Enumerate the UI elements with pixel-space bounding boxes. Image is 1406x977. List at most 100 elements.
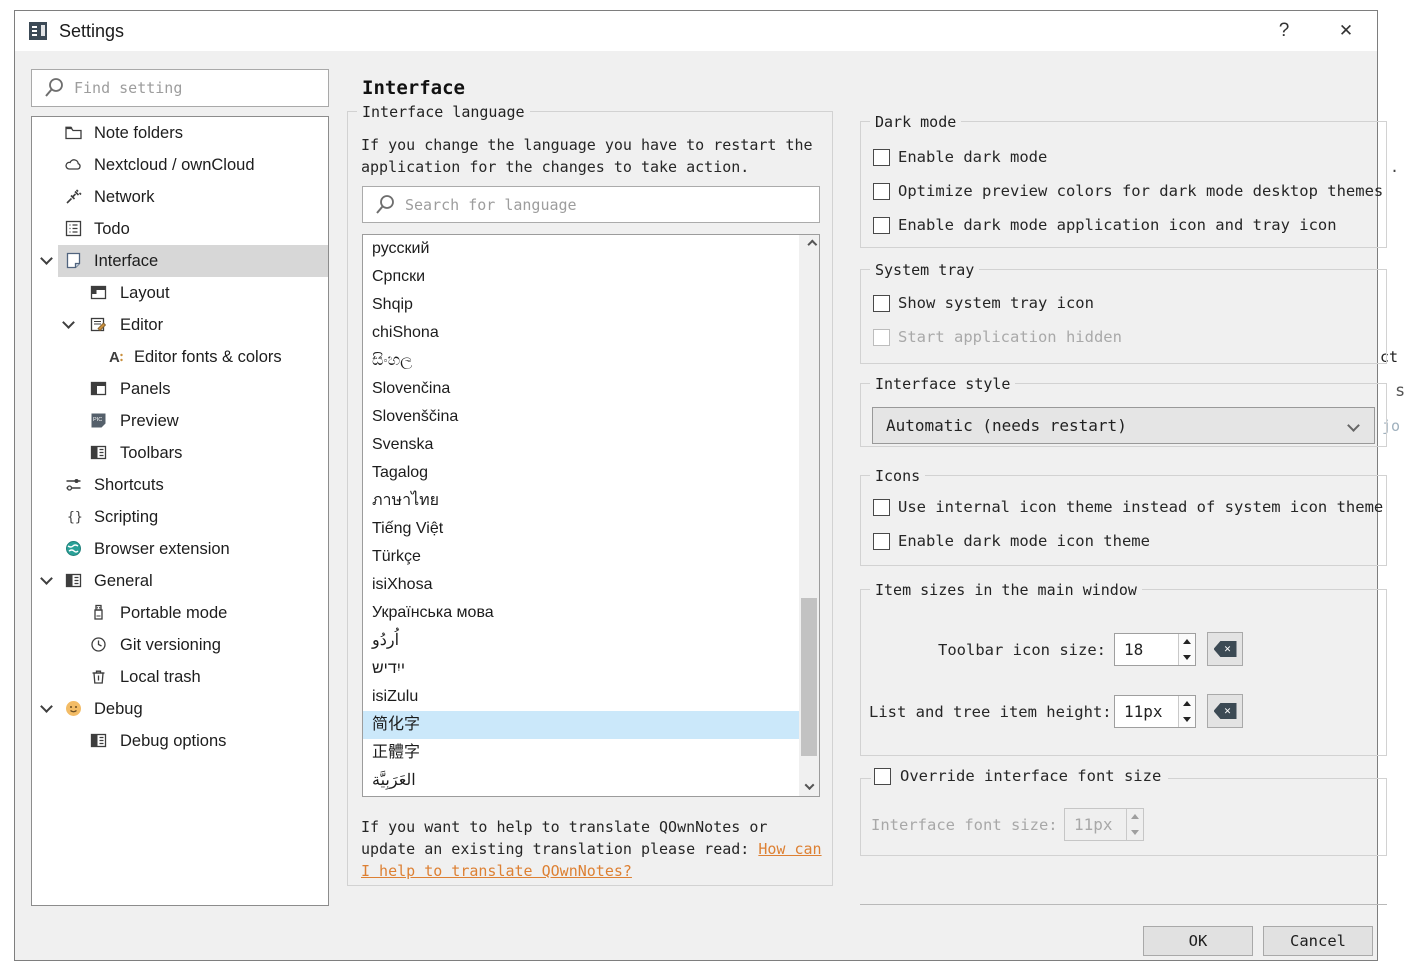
language-option[interactable]: Svenska	[363, 431, 800, 459]
sidebar-item-shortcuts[interactable]: Shortcuts	[32, 469, 328, 501]
sidebar-item-git-versioning[interactable]: Git versioning	[32, 629, 328, 661]
checkbox-dark-mode-icon-theme[interactable]: Enable dark mode icon theme	[873, 532, 1150, 550]
reset-tree-item-height-button[interactable]: ✕	[1207, 694, 1243, 728]
checkbox-optimize-preview-colors[interactable]: Optimize preview colors for dark mode de…	[873, 182, 1383, 200]
sidebar-item-toolbars[interactable]: Toolbars	[32, 437, 328, 469]
close-icon[interactable]: ✕	[1323, 11, 1369, 51]
sidebar-item-general[interactable]: General	[32, 565, 328, 597]
chevron-down-icon	[1347, 419, 1360, 432]
reset-toolbar-icon-size-button[interactable]: ✕	[1207, 632, 1243, 666]
scroll-down-icon[interactable]	[799, 777, 819, 796]
spin-down-icon[interactable]	[1179, 650, 1195, 666]
language-option[interactable]: 正體字	[363, 739, 800, 767]
checkbox[interactable]	[873, 149, 890, 166]
scroll-up-icon[interactable]	[799, 235, 819, 254]
sidebar-item-editor[interactable]: Editor	[32, 309, 328, 341]
cancel-button[interactable]: Cancel	[1263, 926, 1373, 956]
item-sizes-group: Item sizes in the main window Toolbar ic…	[860, 589, 1387, 756]
language-option[interactable]: සිංහල	[363, 347, 800, 375]
settings-tree: Note folders Nextcloud / ownCloud Networ…	[31, 116, 329, 906]
smiley-icon	[64, 699, 83, 718]
language-option[interactable]: اُردُو	[363, 627, 800, 655]
interface-style-dropdown[interactable]: Automatic (needs restart)	[872, 407, 1375, 444]
sidebar-item-portable-mode[interactable]: Portable mode	[32, 597, 328, 629]
language-option[interactable]: русский	[363, 235, 800, 263]
checkbox[interactable]	[873, 183, 890, 200]
tree-item-height-label: List and tree item height:	[869, 703, 1106, 721]
scrollbar-thumb[interactable]	[801, 598, 817, 756]
sidebar-item-debug[interactable]: Debug	[32, 693, 328, 725]
interface-font-size-label: Interface font size:	[871, 816, 1058, 834]
layout-icon	[89, 283, 108, 302]
spin-down-icon	[1127, 825, 1143, 841]
sidebar-item-local-trash[interactable]: Local trash	[32, 661, 328, 693]
sidebar-item-network[interactable]: Network	[32, 181, 328, 213]
toolbars-icon	[89, 443, 108, 462]
tree-item-height-spinner[interactable]: 11px	[1114, 695, 1196, 728]
spin-up-icon[interactable]	[1179, 634, 1195, 650]
toolbar-icon-size-spinner[interactable]: 18	[1114, 633, 1196, 666]
ok-button[interactable]: OK	[1143, 926, 1253, 956]
sidebar-item-layout[interactable]: Layout	[32, 277, 328, 309]
background-text-fragment: s	[1395, 381, 1405, 401]
svg-text:{}: {}	[67, 510, 83, 525]
language-option[interactable]: Српски	[363, 263, 800, 291]
checkbox-override-interface-font-size[interactable]: Override interface font size	[871, 767, 1168, 785]
language-option[interactable]: isiXhosa	[363, 571, 800, 599]
checkbox[interactable]	[873, 217, 890, 234]
group-title: Dark mode	[870, 113, 961, 131]
language-search-input[interactable]	[405, 187, 819, 222]
language-option[interactable]: ייִדיש	[363, 655, 800, 683]
checkbox[interactable]	[873, 295, 890, 312]
window-title: Settings	[59, 21, 124, 42]
language-option[interactable]: Slovenčina	[363, 375, 800, 403]
checkbox-start-application-hidden: Start application hidden	[873, 328, 1122, 346]
language-option[interactable]: Tiếng Việt	[363, 515, 800, 543]
sidebar-item-editor-fonts-colors[interactable]: A Editor fonts & colors	[32, 341, 328, 373]
chevron-down-icon[interactable]	[40, 700, 53, 713]
interface-style-group: Interface style Automatic (needs restart…	[860, 383, 1387, 447]
language-option[interactable]: Tagalog	[363, 459, 800, 487]
sidebar-item-note-folders[interactable]: Note folders	[32, 117, 328, 149]
sidebar-item-nextcloud[interactable]: Nextcloud / ownCloud	[32, 149, 328, 181]
language-option[interactable]: Українська мова	[363, 599, 800, 627]
spin-up-icon	[1127, 809, 1143, 825]
checkbox-dark-mode-app-icon[interactable]: Enable dark mode application icon and tr…	[873, 216, 1337, 234]
network-plug-icon	[64, 187, 83, 206]
language-option[interactable]: Shqip	[363, 291, 800, 319]
svg-text:PIC: PIC	[93, 417, 102, 423]
page-title: Interface	[362, 77, 465, 99]
checkbox[interactable]	[874, 768, 891, 785]
chevron-down-icon[interactable]	[40, 252, 53, 265]
help-button[interactable]: ?	[1261, 11, 1307, 51]
language-option[interactable]: العَرَبِيَّة	[363, 767, 800, 795]
sidebar-item-scripting[interactable]: {} Scripting	[32, 501, 328, 533]
checkbox-internal-icon-theme[interactable]: Use internal icon theme instead of syste…	[873, 498, 1383, 516]
checkbox-enable-dark-mode[interactable]: Enable dark mode	[873, 148, 1047, 166]
checkbox[interactable]	[873, 499, 890, 516]
sidebar-item-panels[interactable]: Panels	[32, 373, 328, 405]
spin-up-icon[interactable]	[1179, 696, 1195, 712]
group-title: Item sizes in the main window	[870, 581, 1142, 599]
checkbox-show-system-tray-icon[interactable]: Show system tray icon	[873, 294, 1094, 312]
sidebar-item-todo[interactable]: Todo	[32, 213, 328, 245]
language-option[interactable]: Slovenščina	[363, 403, 800, 431]
language-option[interactable]: ภาษาไทย	[363, 487, 800, 515]
language-option[interactable]: Türkçe	[363, 543, 800, 571]
sidebar-item-interface[interactable]: Interface	[32, 245, 328, 277]
folder-icon	[64, 123, 83, 142]
spin-down-icon[interactable]	[1179, 712, 1195, 728]
chevron-down-icon[interactable]	[40, 572, 53, 585]
sidebar-item-browser-extension[interactable]: Browser extension	[32, 533, 328, 565]
checkbox[interactable]	[873, 533, 890, 550]
titlebar[interactable]: Settings ? ✕	[15, 11, 1377, 51]
sidebar-item-preview[interactable]: PIC Preview	[32, 405, 328, 437]
find-setting-input[interactable]	[74, 70, 328, 106]
chevron-down-icon[interactable]	[62, 316, 75, 329]
sidebar-item-debug-options[interactable]: Debug options	[32, 725, 328, 757]
language-option[interactable]: isiZulu	[363, 683, 800, 711]
scrollbar[interactable]	[799, 235, 819, 796]
language-option-selected[interactable]: 简化字	[363, 711, 800, 739]
language-option[interactable]: chiShona	[363, 319, 800, 347]
group-title: System tray	[870, 261, 979, 279]
